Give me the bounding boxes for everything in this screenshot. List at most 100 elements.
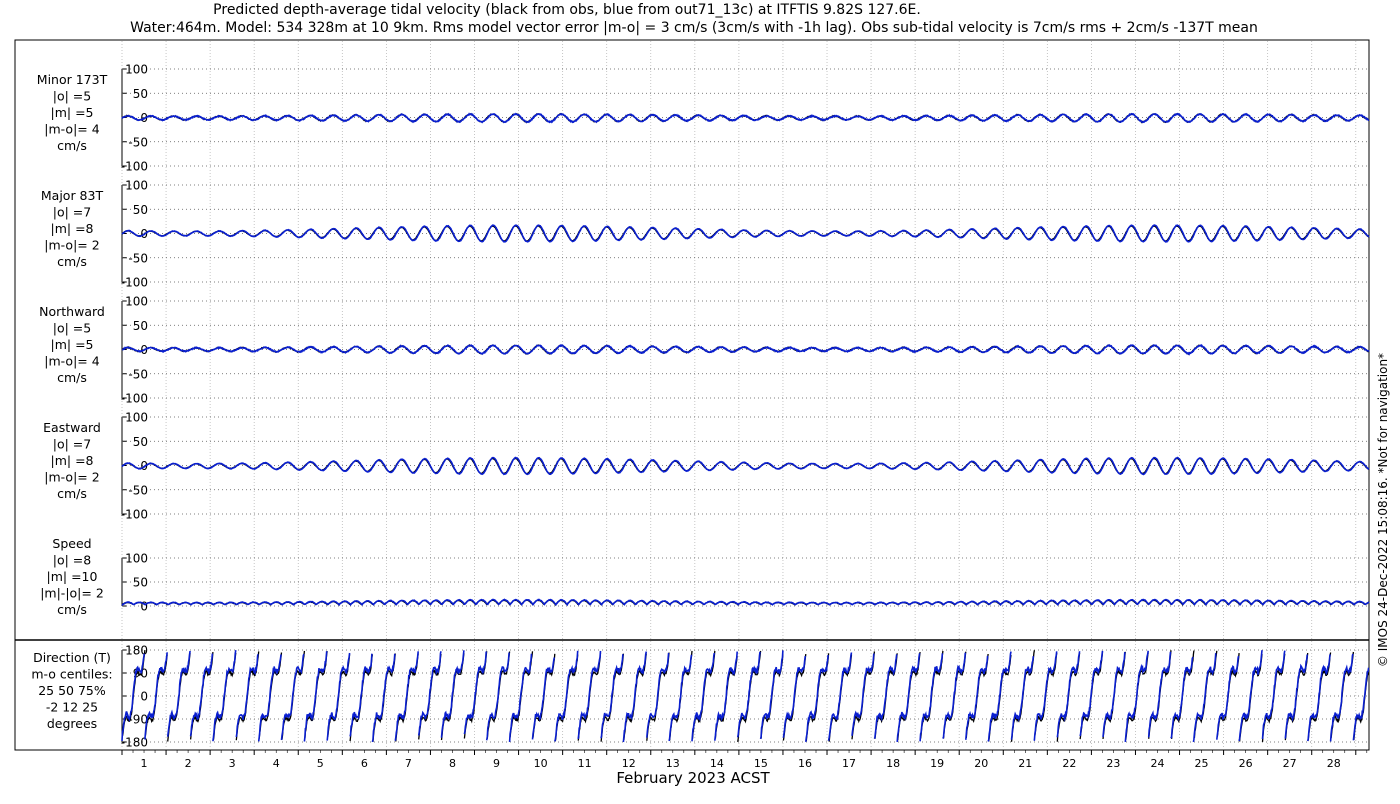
panel-label-line: |m|-|o|= 2 [40, 586, 104, 601]
x-tick-label: 17 [842, 757, 856, 770]
panel-minor: Minor 173T|o| =5|m| =5|m-o|= 4cm/s100500… [37, 63, 1370, 174]
y-tick-label: -100 [121, 160, 148, 174]
panel-label-line: degrees [47, 716, 97, 731]
y-tick-label: -50 [128, 135, 148, 149]
x-tick-label: 19 [930, 757, 944, 770]
x-tick-label: 9 [493, 757, 500, 770]
y-tick-label: -100 [121, 392, 148, 406]
y-tick-label: 50 [133, 203, 148, 217]
panel-label-line: |o| =7 [53, 437, 91, 452]
y-tick-label: -180 [121, 736, 148, 750]
panel-label-line: |m| =8 [51, 453, 94, 468]
panel-label-line: |m| =5 [51, 105, 94, 120]
panel-label-line: -2 12 25 [46, 700, 98, 715]
panel-label-line: |o| =5 [53, 89, 91, 104]
vertical-gridlines [121, 41, 1357, 749]
panel-label-line: cm/s [57, 254, 87, 269]
panel-major: Major 83T|o| =7|m| =8|m-o|= 2cm/s100500-… [41, 179, 1370, 290]
model-series-line [121, 112, 1370, 124]
y-tick-label: 50 [133, 87, 148, 101]
x-tick-label: 28 [1327, 757, 1341, 770]
x-tick-label: 3 [229, 757, 236, 770]
copyright-notice: © IMOS 24-Dec-2022 15:08:16. *Not for na… [1376, 353, 1390, 667]
panel-label-line: |o| =5 [53, 321, 91, 336]
y-tick-label: -100 [121, 276, 148, 290]
y-tick-label: 50 [133, 576, 148, 590]
obs-series-line [121, 457, 1370, 475]
panel-direction: Direction (T) m-o centiles:25 50 75% -2 12… [31, 644, 1370, 750]
panel-label-line: Eastward [43, 420, 101, 435]
x-tick-label: 13 [666, 757, 680, 770]
x-tick-label: 8 [449, 757, 456, 770]
panel-label-line: |m| =8 [51, 221, 94, 236]
panel-label-line: |m-o|= 4 [44, 122, 99, 137]
y-tick-label: 50 [133, 319, 148, 333]
y-tick-label: 0 [140, 690, 148, 704]
panel-label-line: |m-o|= 2 [44, 238, 99, 253]
panel-label-line: Major 83T [41, 188, 104, 203]
y-tick-label: 100 [125, 552, 148, 566]
x-tick-label: 5 [317, 757, 324, 770]
x-tick-label: 25 [1195, 757, 1209, 770]
x-tick-label: 23 [1106, 757, 1120, 770]
figure-frame [14, 39, 1370, 751]
x-tick-label: 14 [710, 757, 724, 770]
x-axis: 1 2 3 4 5 6 7 8 9 10 11 12 13 14 15 16 17 18 19 20 21 22 23 24 2… [121, 750, 1368, 770]
panel-label-line: Direction (T) [33, 650, 111, 665]
chart-svg: Predicted depth-average tidal velocity (… [14, 2, 1390, 787]
panel-label-line: cm/s [57, 370, 87, 385]
x-tick-label: 6 [361, 757, 368, 770]
panel-label-line: m-o centiles: [31, 667, 112, 682]
panel-label-line: 25 50 75% [38, 683, 106, 698]
y-tick-label: -50 [128, 367, 148, 381]
y-tick-label: 50 [133, 435, 148, 449]
x-tick-label: 11 [578, 757, 592, 770]
chart-title-line2: Water:464m. Model: 534 328m at 10 9km. R… [130, 20, 1258, 36]
panel-eastward: Eastward|o| =7|m| =8|m-o|= 2cm/s100500-5… [43, 411, 1370, 522]
panel-label-line: Northward [39, 304, 105, 319]
panel-northward: Northward|o| =5|m| =5|m-o|= 4cm/s100500-… [39, 295, 1370, 406]
x-tick-label: 16 [798, 757, 812, 770]
chart-title-line1: Predicted depth-average tidal velocity (… [213, 2, 921, 18]
x-tick-label: 26 [1239, 757, 1253, 770]
x-tick-label: 15 [754, 757, 768, 770]
panel-label-line: Minor 173T [37, 72, 108, 87]
panel-speed: Speed |o| =8|m| =10 |m|-|o|= 2cm/s 100 50 0 [40, 536, 1370, 617]
y-tick-label: 100 [125, 179, 148, 193]
x-tick-label: 21 [1018, 757, 1032, 770]
x-tick-label: 18 [886, 757, 900, 770]
plot-layer: 1 2 3 4 5 6 7 8 9 10 11 12 13 14 15 16 17 18 19 20 21 22 23 24 2… [14, 39, 1370, 770]
x-tick-label: 7 [405, 757, 412, 770]
panel-label-line: |m| =5 [51, 337, 94, 352]
x-tick-label: 22 [1062, 757, 1076, 770]
panel-label-line: |m-o|= 4 [44, 354, 99, 369]
y-tick-label: 100 [125, 411, 148, 425]
panel-label-line: |m-o|= 2 [44, 470, 99, 485]
model-series-line [121, 598, 1370, 607]
model-series-line [121, 343, 1370, 356]
x-tick-label: 20 [974, 757, 988, 770]
x-tick-label: 12 [622, 757, 636, 770]
panel-label-line: |o| =8 [53, 553, 92, 568]
x-tick-label: 4 [273, 757, 280, 770]
tidal-velocity-chart: Predicted depth-average tidal velocity (… [0, 0, 1400, 800]
panel-label-line: cm/s [57, 602, 87, 617]
panel-label-line: Speed [52, 536, 91, 551]
y-tick-label: -50 [128, 483, 148, 497]
x-axis-label: February 2023 ACST [616, 769, 770, 787]
x-tick-label: 24 [1150, 757, 1164, 770]
x-tick-label: 2 [185, 757, 192, 770]
x-tick-label: 10 [534, 757, 548, 770]
panel-label-line: cm/s [57, 138, 87, 153]
obs-series-line [121, 225, 1370, 242]
y-tick-label: -50 [128, 251, 148, 265]
panel-label-line: |m| =10 [47, 569, 98, 584]
x-tick-label: 1 [141, 757, 148, 770]
y-tick-label: 0 [140, 600, 148, 614]
y-tick-label: -100 [121, 508, 148, 522]
panel-label-line: cm/s [57, 486, 87, 501]
x-tick-label: 27 [1283, 757, 1297, 770]
y-tick-label: 100 [125, 295, 148, 309]
panel-label-line: |o| =7 [53, 205, 91, 220]
model-series-line [121, 650, 1370, 743]
